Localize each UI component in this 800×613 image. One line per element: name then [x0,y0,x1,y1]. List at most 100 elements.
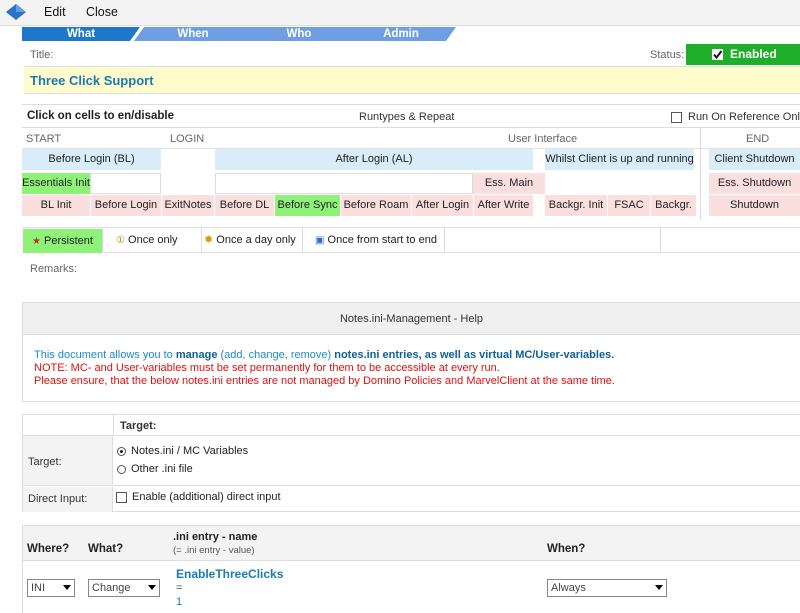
title-field[interactable]: Three Click Support [24,66,800,94]
help-line-3: Please ensure, that the below notes.ini … [34,375,615,387]
app-logo-icon [6,4,26,20]
what-select[interactable]: Change [88,579,160,597]
repeat-once-start-end[interactable]: ▣ Once from start to end [302,228,445,253]
repeat-once-start-end-label: Once from start to end [327,234,437,246]
cell-backgr[interactable]: Backgr. [651,195,696,216]
target-option-notes-ini[interactable]: Notes.ini / MC Variables [117,445,248,457]
target-option-other-ini[interactable]: Other .ini file [117,463,193,475]
cell-after-login-al[interactable]: After Login (AL) [215,149,533,170]
menu-edit[interactable]: Edit [44,5,66,19]
run-on-reference-label: Run On Reference Only [688,111,800,123]
target-options: Notes.ini / MC Variables Other .ini file [114,436,800,486]
entry-value[interactable]: 1 [176,596,182,608]
tab-who[interactable]: Who [240,27,358,41]
target-section: Target: Target: Notes.ini / MC Variables… [22,414,800,512]
cell-before-sync[interactable]: Before Sync [275,195,340,216]
target-label-cell: Target: [23,436,113,486]
tab-when[interactable]: When [134,27,252,41]
cell-before-login[interactable]: Before Login [91,195,161,216]
tab-admin[interactable]: Admin [346,27,456,41]
one-icon: ① [116,235,125,246]
target-header: Target: [120,420,157,432]
cell-empty[interactable] [215,173,473,194]
when-select[interactable]: Always [547,579,667,597]
runtypes-title: Runtypes & Repeat [359,111,455,123]
title-label: Title: [30,49,54,61]
repeat-persistent-label: Persistent [44,235,93,247]
radio-selected-icon [117,446,126,456]
col-what: What? [88,543,124,555]
cell-ess-main[interactable]: Ess. Main [473,173,545,194]
calendar-icon: ▣ [315,235,325,246]
status-value: Enabled [730,47,777,61]
chevron-down-icon [63,585,71,590]
repeat-once-only[interactable]: ① Once only [102,228,201,253]
direct-input-checkbox[interactable] [116,491,127,503]
target-label: Target: [28,456,62,468]
direct-input-label-cell: Direct Input: [23,487,113,512]
status-toggle[interactable]: Enabled [686,44,800,65]
cell-client-shutdown[interactable]: Client Shutdown [709,149,800,170]
cell-whilst-client[interactable]: Whilst Client is up and running [545,149,694,170]
entry-name[interactable]: EnableThreeClicks [176,567,283,581]
cell-before-roam[interactable]: Before Roam [341,195,411,216]
group-login: LOGIN [170,133,205,145]
cell-bl-init[interactable]: BL Init [22,195,90,216]
cell-before-login-bl[interactable]: Before Login (BL) [22,149,161,170]
cell-before-dl[interactable]: Before DL [215,195,274,216]
cell-ess-shutdown[interactable]: Ess. Shutdown [709,173,800,194]
divider [700,128,701,220]
menu-bar: Edit Close [0,0,800,26]
help-line-1: This document allows you to manage (add,… [34,349,615,361]
direct-input-option-label: Enable (additional) direct input [132,491,281,503]
col-name: .ini entry - name [173,531,258,543]
tab-what[interactable]: What [22,27,140,41]
cell-fsac[interactable]: FSAC [608,195,650,216]
entries-header: Where? What? .ini entry - name (= .ini e… [23,526,800,561]
col-when: When? [547,543,586,555]
chevron-down-icon [148,585,156,590]
help-box: Notes.ini-Management - Help This documen… [22,302,800,402]
status-label: Status: [650,49,685,61]
entry-equals: = [176,582,183,594]
run-on-reference-checkbox[interactable] [671,112,682,123]
radio-icon [117,464,126,474]
help-title: Notes.ini-Management - Help [23,303,800,335]
repeat-bar: ★ Persistent ① Once only ✹ Once a day on… [22,227,800,253]
direct-input-label: Direct Input: [28,493,88,505]
title-value: Three Click Support [30,73,154,88]
repeat-once-a-day-label: Once a day only [216,234,296,246]
help-line-2: NOTE: MC- and User-variables must be set… [34,362,500,374]
cell-essentials-init[interactable]: Essentials Init [22,173,90,194]
group-user-interface: User Interface [508,133,578,145]
target-header-row: Target: [23,415,800,436]
repeat-once-only-label: Once only [128,234,178,246]
repeat-persistent[interactable]: ★ Persistent [23,229,102,253]
cell-shutdown[interactable]: Shutdown [709,195,800,216]
col-where: Where? [27,543,70,555]
runtypes-instructions: Click on cells to en/disable [27,110,174,122]
cell-after-login[interactable]: After Login [412,195,473,216]
checkbox-checked-icon [712,49,723,60]
chevron-down-icon [655,585,663,590]
sun-icon: ✹ [204,234,214,246]
star-icon: ★ [32,236,41,247]
remarks-label: Remarks: [30,263,78,275]
cell-after-write[interactable]: After Write [474,195,533,216]
menu-close[interactable]: Close [86,5,118,19]
group-end: END [746,133,770,145]
when-select-value: Always [551,582,586,594]
group-start: START [26,133,62,145]
direct-input-option[interactable]: Enable (additional) direct input [116,491,281,503]
where-select-value: INI [31,582,46,594]
runtypes-header: Click on cells to en/disable Runtypes & … [22,104,800,128]
repeat-once-a-day[interactable]: ✹ Once a day only [201,228,302,253]
cell-empty[interactable] [90,173,161,194]
where-select[interactable]: INI [27,579,75,597]
entries-table: Where? What? .ini entry - name (= .ini e… [22,525,800,613]
col-name-sub: (= .ini entry - value) [173,545,255,556]
cell-exitnotes[interactable]: ExitNotes [162,195,214,216]
cell-backgr-init[interactable]: Backgr. Init [545,195,607,216]
what-select-value: Change [92,582,131,594]
divider [660,228,661,253]
